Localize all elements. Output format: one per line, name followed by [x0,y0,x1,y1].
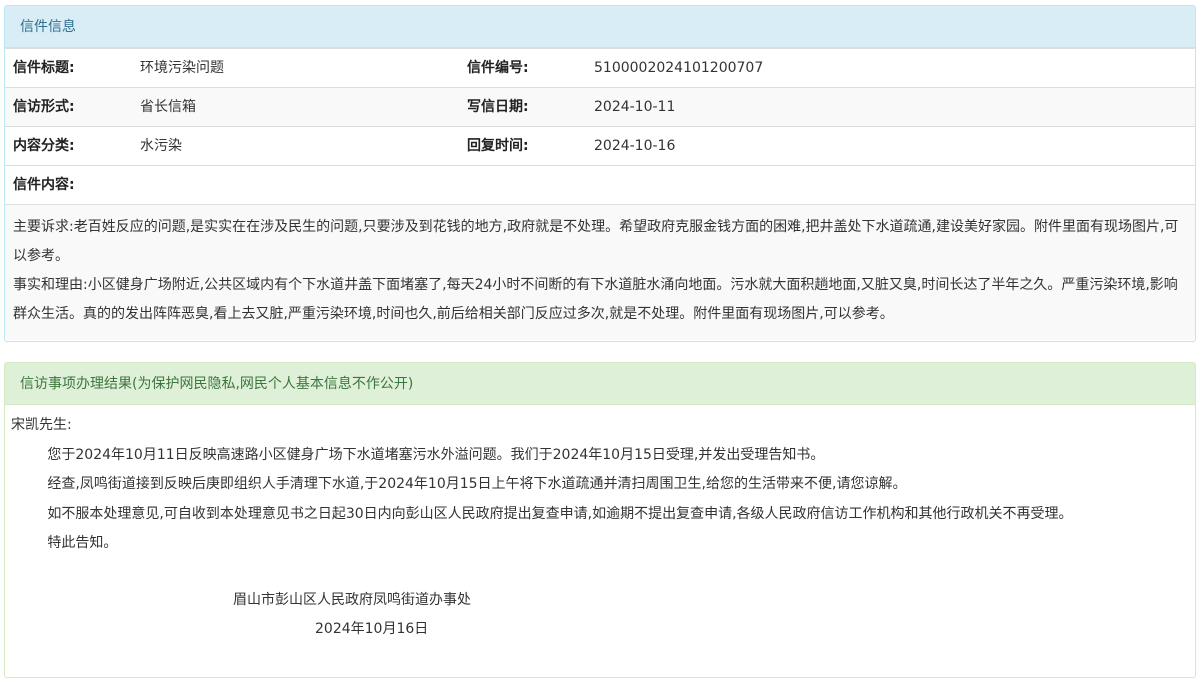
result-panel: 信访事项办理结果(为保护网民隐私,网民个人基本信息不作公开) 宋凯先生: 您于2… [4,362,1196,678]
signature-block: 眉山市彭山区人民政府凤鸣街道办事处 2024年10月16日 [11,586,1189,645]
petition-form-label: 信访形式: [13,99,75,115]
write-date-value: 2024-10-11 [594,99,676,115]
letter-number-value: 5100002024101200707 [594,60,764,76]
info-row-category: 内容分类: 水污染 回复时间: 2024-10-16 [5,126,1195,165]
content-category-value: 水污染 [140,138,182,154]
letter-number-label: 信件编号: [467,60,529,76]
info-row-content-label: 信件内容: [5,165,1195,204]
letter-info-heading: 信件信息 [5,6,1195,48]
result-paragraph: 您于2024年10月11日反映高速路小区健身广场下水道堵塞污水外溢问题。我们于2… [47,446,825,463]
petition-form-value: 省长信箱 [140,99,196,115]
info-row-form: 信访形式: 省长信箱 写信日期: 2024-10-11 [5,87,1195,126]
letter-title-label: 信件标题: [13,60,75,76]
letter-title-value: 环境污染问题 [140,60,224,76]
letter-content-label: 信件内容: [13,177,75,193]
letter-info-panel: 信件信息 信件标题: 环境污染问题 信件编号: 5100002024101200… [4,5,1196,342]
letter-facts-paragraph: 事实和理由:小区健身广场附近,公共区域内有个下水道井盖下面堵塞了,每天24小时不… [13,277,1178,322]
write-date-label: 写信日期: [467,99,529,115]
result-paragraph: 特此告知。 [47,535,118,551]
result-paragraph: 经查,凤鸣街道接到反映后庚即组织人手清理下水道,于2024年10月15日上午将下… [47,476,907,492]
result-body: 宋凯先生: 您于2024年10月11日反映高速路小区健身广场下水道堵塞污水外溢问… [5,405,1195,645]
content-category-label: 内容分类: [13,138,75,154]
letter-content-body: 主要诉求:老百姓反应的问题,是实实在在涉及民生的问题,只要涉及到花钱的地方,政府… [5,204,1195,340]
info-row-title: 信件标题: 环境污染问题 信件编号: 5100002024101200707 [5,48,1195,87]
reply-time-value: 2024-10-16 [594,138,676,154]
letter-demand-paragraph: 主要诉求:老百姓反应的问题,是实实在在涉及民生的问题,只要涉及到花钱的地方,政府… [13,219,1179,264]
result-heading: 信访事项办理结果(为保护网民隐私,网民个人基本信息不作公开) [5,363,1195,405]
reply-time-label: 回复时间: [467,138,529,154]
signature-org: 眉山市彭山区人民政府凤鸣街道办事处 [233,591,471,608]
signature-date: 2024年10月16日 [315,621,429,637]
result-salutation: 宋凯先生: [11,417,72,433]
result-paragraph: 如不服本处理意见,可自收到本处理意见书之日起30日内向彭山区人民政府提出复查申请… [47,505,1073,522]
